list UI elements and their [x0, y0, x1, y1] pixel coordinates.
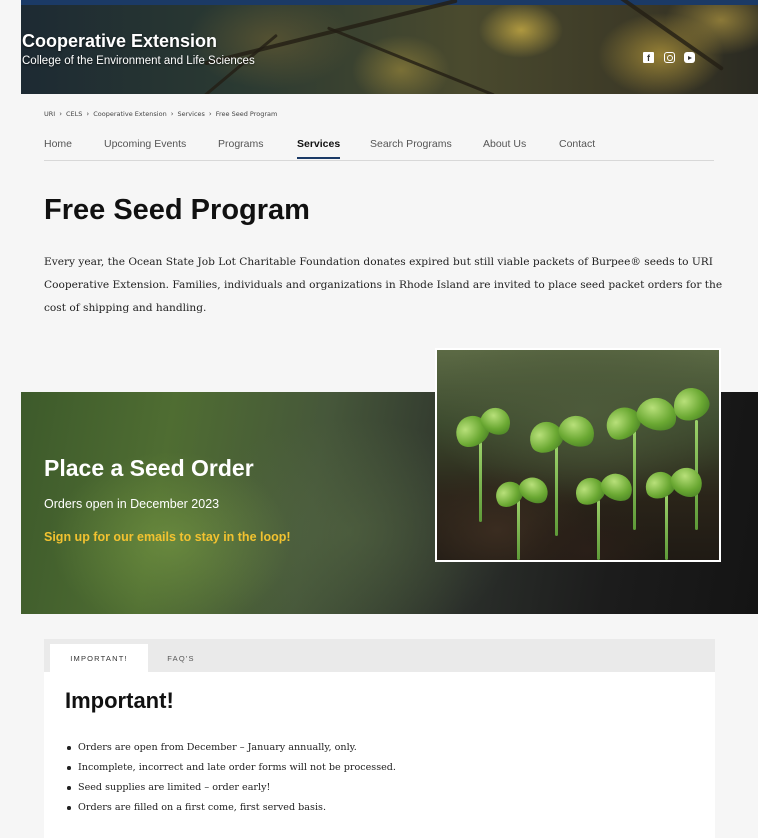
list-item: Orders are open from December – January … [65, 741, 396, 761]
list-item: Incomplete, incorrect and late order for… [65, 761, 396, 781]
nav-item-contact[interactable]: Contact [559, 138, 595, 150]
site-title[interactable]: Cooperative Extension [22, 31, 217, 52]
nav-item-services[interactable]: Services [297, 138, 341, 159]
breadcrumb-item[interactable]: Cooperative Extension [93, 110, 166, 118]
chevron-right-icon: › [86, 110, 90, 118]
seedling-image [435, 348, 721, 562]
seed-order-subtitle: Orders open in December 2023 [44, 497, 220, 511]
banner-branch [326, 26, 496, 94]
instagram-icon[interactable] [664, 52, 675, 63]
chevron-right-icon: › [59, 110, 63, 118]
tab-faqs[interactable]: FAQ'S [148, 644, 214, 672]
youtube-icon[interactable] [684, 52, 695, 63]
seedling-stem [517, 500, 520, 560]
list-item: Seed supplies are limited – order early! [65, 781, 396, 801]
seedling-leaf [666, 461, 708, 503]
seedling-stem [479, 442, 482, 522]
nav-item-upcoming-events[interactable]: Upcoming Events [104, 138, 186, 150]
site-subtitle[interactable]: College of the Environment and Life Scie… [22, 55, 255, 67]
page-title: Free Seed Program [44, 194, 310, 226]
seedling-leaf [515, 472, 553, 508]
nav-item-home[interactable]: Home [44, 138, 72, 150]
chevron-right-icon: › [208, 110, 212, 118]
chevron-right-icon: › [170, 110, 174, 118]
nav-item-about-us[interactable]: About Us [483, 138, 526, 150]
breadcrumb-current: Free Seed Program [215, 110, 278, 118]
seedling-stem [597, 500, 600, 560]
tab-important[interactable]: IMPORTANT! [50, 644, 148, 672]
banner-branch [557, 0, 725, 71]
seedling-leaf [597, 468, 637, 506]
top-bar [21, 0, 758, 5]
intro-paragraph: Every year, the Ocean State Job Lot Char… [44, 256, 723, 314]
facebook-icon[interactable]: f [643, 52, 654, 63]
nav-item-search-programs[interactable]: Search Programs [370, 138, 452, 150]
breadcrumb-item[interactable]: URI [44, 110, 55, 118]
breadcrumb-item[interactable]: Services [178, 110, 205, 118]
breadcrumb-item[interactable]: CELS [66, 110, 82, 118]
nav-item-programs[interactable]: Programs [218, 138, 264, 150]
important-list: Orders are open from December – January … [65, 741, 396, 821]
seedling-leaf [633, 393, 681, 435]
list-item: Orders are filled on a first come, first… [65, 801, 396, 821]
seedling-stem [555, 446, 558, 536]
seedling-stem [633, 430, 636, 530]
main-nav: Home Upcoming Events Programs Services S… [44, 135, 714, 161]
seed-order-title: Place a Seed Order [44, 455, 254, 481]
tab-panel-title: Important! [65, 688, 174, 713]
breadcrumb: URI › CELS › Cooperative Extension › Ser… [44, 110, 277, 118]
seedling-leaf [554, 410, 600, 452]
email-signup-link[interactable]: Sign up for our emails to stay in the lo… [44, 530, 291, 544]
seedling-stem [665, 495, 668, 560]
